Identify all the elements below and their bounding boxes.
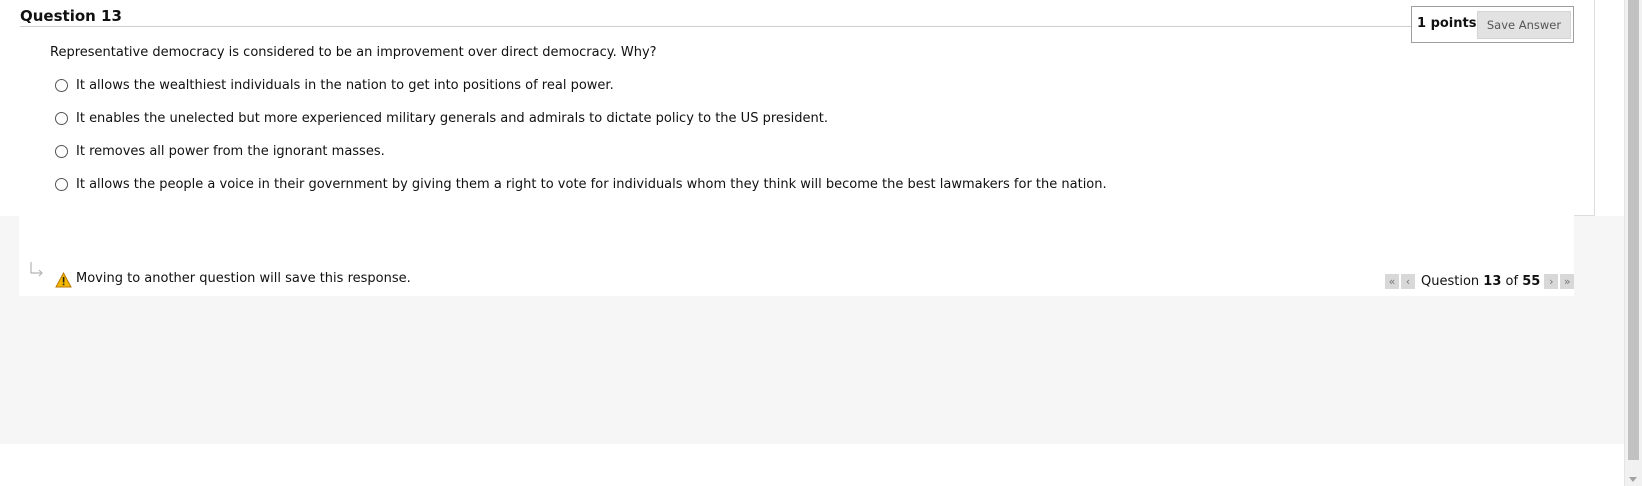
question-title: Question 13 [20,7,122,25]
save-warning-text: Moving to another question will save thi… [76,271,411,286]
points-label: 1 points [1417,16,1477,31]
title-divider [20,26,1412,27]
save-answer-button[interactable]: Save Answer [1477,11,1571,39]
radio-button[interactable] [55,178,68,191]
chevron-right-icon[interactable]: › [1544,274,1559,289]
answer-option-4[interactable]: It allows the people a voice in their go… [55,177,1107,192]
answer-option-label: It removes all power from the ignorant m… [76,144,385,159]
question-counter-of: of [1505,274,1519,289]
radio-button[interactable] [55,145,68,158]
scroll-down-arrow-icon[interactable] [1629,477,1637,482]
answer-option-label: It allows the people a voice in their go… [76,177,1107,192]
total-questions: 55 [1522,274,1541,289]
content-border-corner [1574,215,1595,216]
content-border [1594,0,1595,216]
arrow-hook-icon [30,262,43,277]
current-question-number: 13 [1483,274,1502,289]
points-box: 1 points Save Answer [1411,6,1574,43]
answer-option-2[interactable]: It enables the unelected but more experi… [55,111,828,126]
answer-option-1[interactable]: It allows the wealthiest individuals in … [55,78,614,93]
question-counter: Question 13 of 55 [1421,274,1540,289]
answer-option-3[interactable]: It removes all power from the ignorant m… [55,144,385,159]
vertical-scrollbar[interactable] [1624,0,1642,486]
double-chevron-right-icon[interactable]: » [1560,274,1575,289]
radio-button[interactable] [55,112,68,125]
radio-button[interactable] [55,79,68,92]
question-navigation: « ‹ Question 13 of 55 › » [1385,274,1576,289]
question-text: Representative democracy is considered t… [50,45,657,60]
double-chevron-left-icon[interactable]: « [1385,274,1399,289]
answer-option-label: It enables the unelected but more experi… [76,111,828,126]
answer-option-label: It allows the wealthiest individuals in … [76,78,614,93]
warning-triangle-icon [55,272,72,288]
question-counter-prefix: Question [1421,274,1480,289]
scrollbar-thumb[interactable] [1628,0,1639,460]
chevron-left-icon[interactable]: ‹ [1401,274,1415,289]
bottom-strip [0,444,1632,486]
